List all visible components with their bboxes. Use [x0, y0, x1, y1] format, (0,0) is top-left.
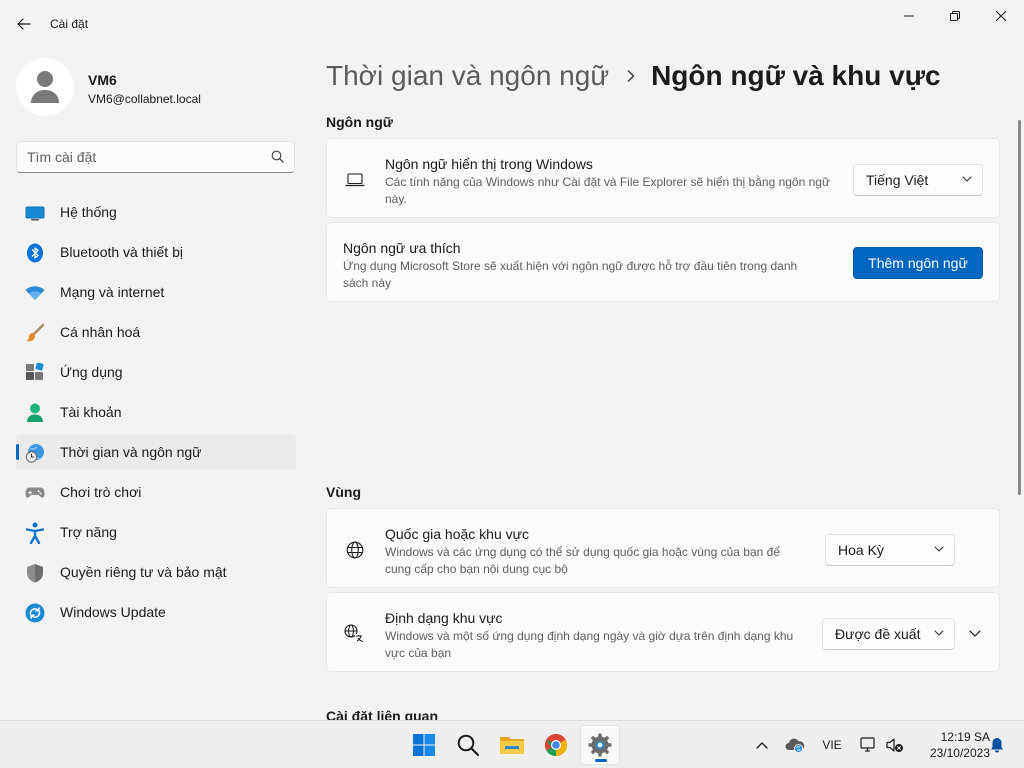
clock-date: 23/10/2023	[929, 746, 990, 760]
minimize-icon	[904, 15, 914, 17]
apps-icon	[25, 363, 45, 383]
clock-time: 12:19 SA	[940, 730, 990, 744]
close-button[interactable]	[978, 0, 1024, 32]
cloud-sync-icon	[785, 738, 805, 753]
sidebar-item-bluetooth[interactable]: Bluetooth và thiết bị	[16, 234, 296, 270]
card-country-region: Quốc gia hoặc khu vực Windows và các ứng…	[326, 508, 1000, 588]
preferred-language-description: Ứng dụng Microsoft Store sẽ xuất hiện vớ…	[343, 259, 798, 290]
bell-icon	[991, 738, 1003, 753]
search-input[interactable]	[27, 148, 267, 166]
chevron-down-icon	[934, 546, 944, 552]
input-language-indicator[interactable]: VIE	[816, 721, 848, 768]
preferred-language-title: Ngôn ngữ ưa thích	[343, 240, 461, 256]
chrome-icon	[545, 734, 567, 756]
laptop-icon	[344, 169, 366, 191]
file-explorer-icon	[500, 737, 524, 754]
regional-format-description: Windows và một số ứng dụng định dạng ngà…	[385, 629, 794, 660]
system-icon	[25, 203, 45, 223]
country-region-title: Quốc gia hoặc khu vực	[385, 526, 530, 542]
taskbar-search-button[interactable]	[448, 725, 488, 765]
user-icon	[31, 71, 59, 103]
taskbar: VIE 12:19 SA 23/10/2023	[0, 720, 1024, 768]
sidebar-item-gaming[interactable]: Chơi trò chơi	[16, 474, 296, 510]
settings-taskbar-button[interactable]	[580, 725, 620, 765]
avatar	[16, 58, 74, 116]
time-language-icon	[25, 443, 45, 463]
shield-icon	[25, 563, 45, 583]
scrollbar[interactable]	[1018, 120, 1021, 495]
accessibility-icon	[25, 522, 45, 544]
sidebar-item-windows-update[interactable]: Windows Update	[16, 594, 296, 630]
file-explorer-button[interactable]	[492, 725, 532, 765]
title-bar: Cài đặt	[0, 0, 1024, 44]
sidebar-item-system[interactable]: Hệ thống	[16, 194, 296, 230]
search-box[interactable]	[16, 141, 295, 173]
globe-icon	[344, 539, 366, 561]
network-tray-button[interactable]	[856, 721, 882, 768]
network-icon	[860, 737, 875, 752]
wifi-icon	[25, 283, 45, 303]
app-title: Cài đặt	[50, 17, 89, 31]
show-hidden-icons-button[interactable]	[750, 721, 774, 768]
settings-icon	[588, 733, 612, 757]
expand-button[interactable]	[961, 619, 989, 647]
sidebar-item-apps[interactable]: Ứng dụng	[16, 354, 296, 390]
display-language-description: Các tính năng của Windows như Cài đặt và…	[385, 175, 830, 206]
display-language-dropdown[interactable]: Tiếng Việt	[853, 164, 983, 196]
update-icon	[25, 603, 45, 623]
sidebar-item-network[interactable]: Mạng và internet	[16, 274, 296, 310]
search-icon[interactable]	[271, 150, 284, 163]
close-icon	[996, 11, 1006, 21]
chevron-up-icon	[756, 741, 768, 749]
sidebar-item-personalization[interactable]: Cá nhân hoá	[16, 314, 296, 350]
search-icon	[457, 734, 479, 756]
chrome-button[interactable]	[536, 725, 576, 765]
chevron-down-icon	[969, 629, 981, 637]
user-profile[interactable]: VM6 VM6@collabnet.local	[16, 58, 296, 118]
bluetooth-icon	[25, 243, 45, 263]
windows-start-icon	[413, 734, 435, 756]
settings-window: Cài đặt VM6 VM6@collabnet.local Hệ thống	[0, 0, 1024, 724]
volume-muted-icon	[886, 738, 903, 752]
section-title-region: Vùng	[326, 484, 361, 500]
onedrive-tray-button[interactable]	[782, 721, 808, 768]
back-button[interactable]	[8, 8, 40, 40]
card-regional-format[interactable]: Định dạng khu vực Windows và một số ứng …	[326, 592, 1000, 672]
sidebar-item-privacy-security[interactable]: Quyền riêng tư và bảo mật	[16, 554, 296, 590]
restore-icon	[950, 11, 960, 21]
sidebar-item-accessibility[interactable]: Trợ năng	[16, 514, 296, 550]
breadcrumb-parent-link[interactable]: Thời gian và ngôn ngữ	[326, 60, 609, 92]
regional-format-title: Định dạng khu vực	[385, 610, 503, 626]
display-language-title: Ngôn ngữ hiển thị trong Windows	[385, 156, 593, 172]
start-button[interactable]	[404, 725, 444, 765]
add-language-button[interactable]: Thêm ngôn ngữ	[853, 247, 983, 279]
minimize-button[interactable]	[886, 0, 932, 32]
card-preferred-language: Ngôn ngữ ưa thích Ứng dụng Microsoft Sto…	[326, 222, 1000, 302]
card-display-language: Ngôn ngữ hiển thị trong Windows Các tính…	[326, 138, 1000, 218]
back-arrow-icon	[17, 18, 31, 30]
gamepad-icon	[25, 483, 45, 503]
country-region-description: Windows và các ứng dụng có thể sử dụng q…	[385, 545, 780, 576]
sidebar-nav: Hệ thống Bluetooth và thiết bị Mạng và i…	[16, 194, 296, 634]
chevron-down-icon	[962, 176, 972, 182]
sidebar-item-time-language[interactable]: Thời gian và ngôn ngữ	[16, 434, 296, 470]
regional-format-icon	[344, 623, 366, 645]
volume-tray-button[interactable]	[884, 721, 906, 768]
regional-format-dropdown[interactable]: Được đề xuất	[822, 618, 955, 650]
section-title-language: Ngôn ngữ	[326, 114, 393, 130]
sidebar-item-accounts[interactable]: Tài khoản	[16, 394, 296, 430]
country-region-dropdown[interactable]: Hoa Kỳ	[825, 534, 955, 566]
chevron-right-icon	[627, 70, 635, 82]
clock[interactable]: 12:19 SA 23/10/2023	[908, 729, 990, 761]
chevron-down-icon	[934, 630, 944, 636]
notifications-button[interactable]	[986, 721, 1008, 768]
user-name: VM6	[88, 72, 117, 88]
user-email: VM6@collabnet.local	[88, 92, 201, 106]
brush-icon	[25, 323, 45, 343]
account-icon	[25, 403, 45, 423]
maximize-button[interactable]	[932, 0, 978, 32]
page-title: Ngôn ngữ và khu vực	[651, 60, 941, 91]
breadcrumb: Thời gian và ngôn ngữ Ngôn ngữ và khu vự…	[326, 56, 941, 96]
